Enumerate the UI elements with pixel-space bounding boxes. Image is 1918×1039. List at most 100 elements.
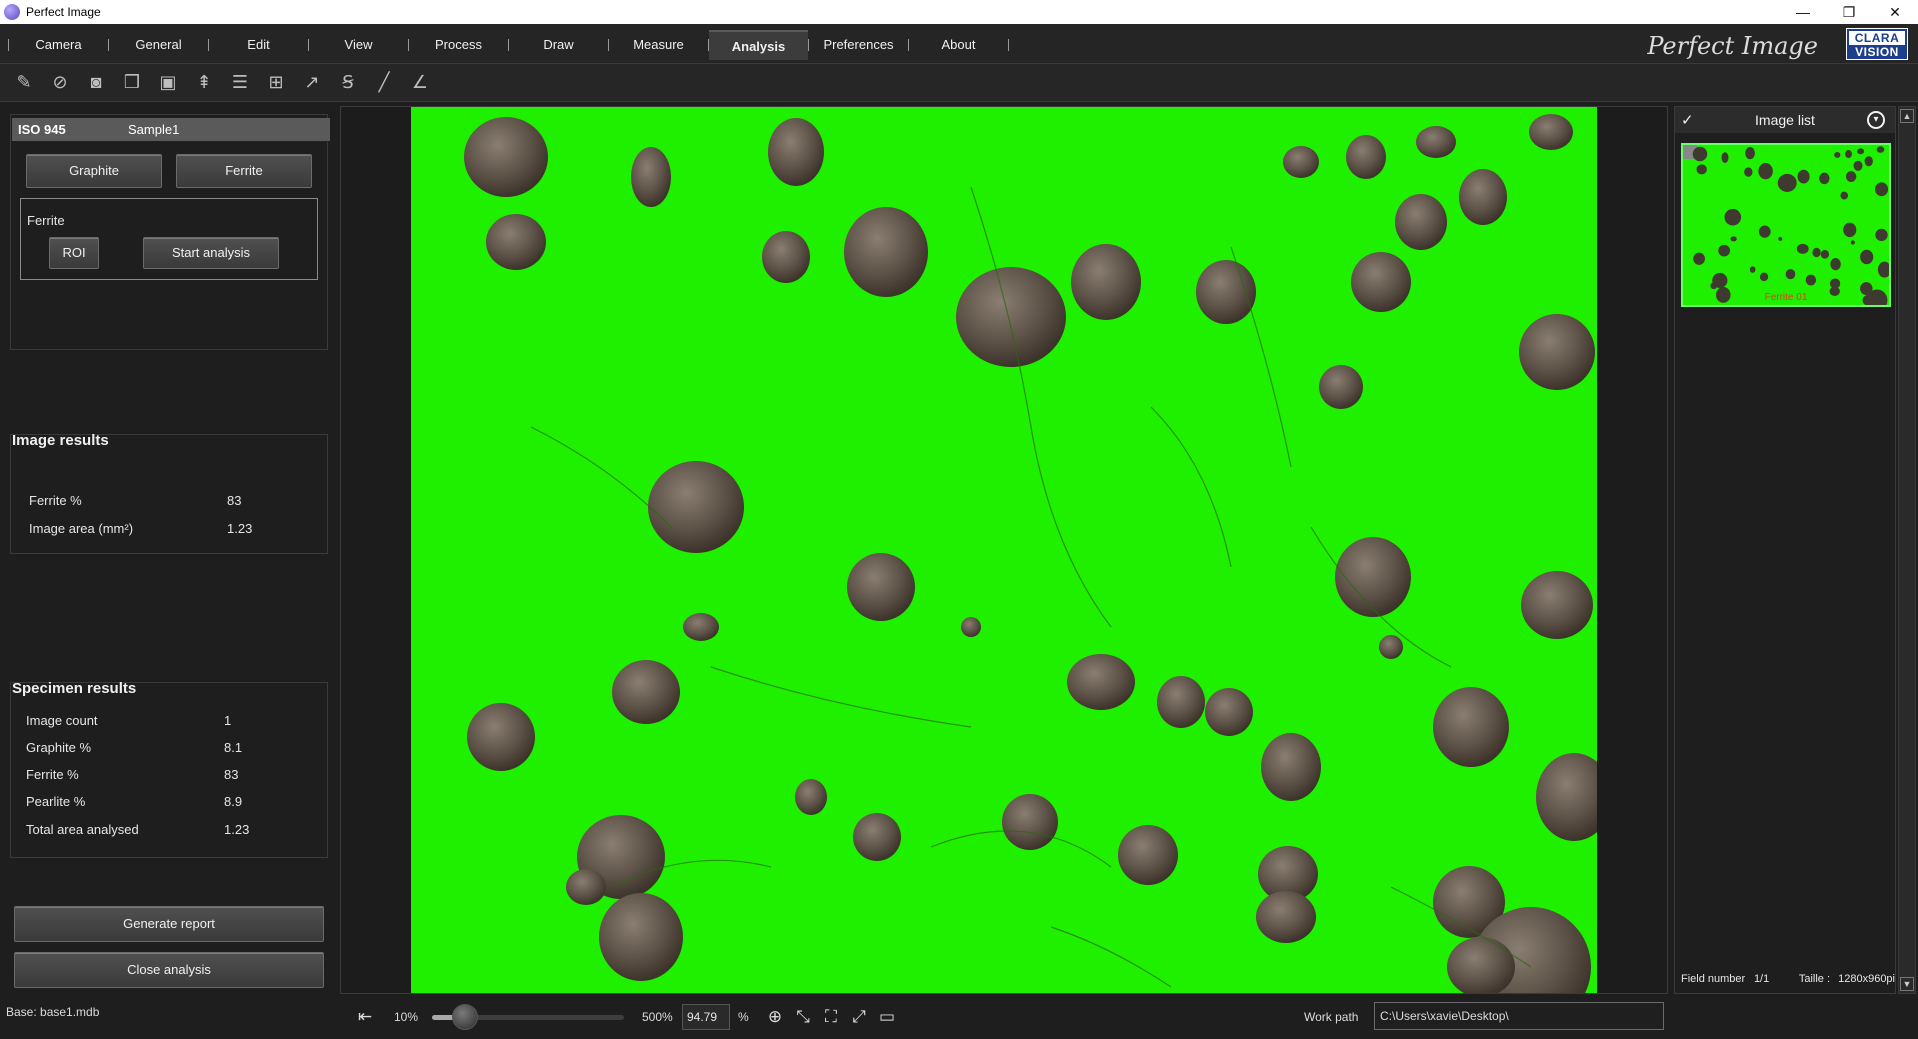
thumbnail-nodule	[1860, 249, 1874, 265]
save-icon[interactable]: ▣	[152, 68, 184, 98]
zoom-bar: ⇤ 10% 500% % ⊕ ⤡ ⛶ ⤢ ▭ Work path	[340, 996, 1668, 1036]
roi-button[interactable]: ROI	[49, 237, 99, 269]
menu-view[interactable]: View	[309, 30, 408, 60]
specimen-result-row: Total area analysed 1.23	[26, 822, 250, 837]
thumbnail-nodule	[1853, 160, 1863, 171]
edit-icon[interactable]: ✎	[8, 68, 40, 98]
camera-icon[interactable]: ◙	[80, 68, 112, 98]
zoom-slider-thumb[interactable]	[451, 1004, 478, 1030]
thumbnail-nodule	[1840, 191, 1849, 200]
zoom-in-icon[interactable]: ⊕	[764, 1006, 786, 1028]
field-info: Field number 1/1 Taille : 1280x960pi	[1681, 973, 1895, 985]
layers-up-icon[interactable]: ⇞	[188, 68, 220, 98]
graphite-nodule	[844, 207, 928, 297]
menu-measure[interactable]: Measure	[609, 30, 708, 60]
no-camera-icon[interactable]: ⊘	[44, 68, 76, 98]
app-logo-icon	[4, 4, 20, 20]
text-size-icon[interactable]: Ꞩ	[332, 68, 364, 98]
thumbnail-nodule	[1797, 169, 1810, 184]
menu-process[interactable]: Process	[409, 30, 508, 60]
zoom-unit-label: %	[738, 1010, 749, 1024]
micrograph-overlay	[464, 114, 1597, 993]
thumbnail-nodule	[1718, 244, 1731, 257]
menu-draw[interactable]: Draw	[509, 30, 608, 60]
chevron-down-icon[interactable]: ▾	[1867, 111, 1885, 129]
work-path-input[interactable]	[1374, 1002, 1664, 1030]
ferrite-button[interactable]: Ferrite	[176, 154, 312, 188]
graphite-nodule	[1261, 733, 1321, 801]
line-icon[interactable]: ╱	[368, 68, 400, 98]
image-viewer[interactable]	[340, 106, 1668, 994]
arrow-icon[interactable]: ↗	[296, 68, 328, 98]
graphite-nodule	[631, 147, 671, 207]
zoom-value-input[interactable]	[682, 1004, 730, 1030]
graphite-nodule	[1521, 571, 1593, 639]
start-analysis-button[interactable]: Start analysis	[143, 237, 279, 269]
thumbnail-nodule	[1850, 240, 1855, 245]
menu-general[interactable]: General	[109, 30, 208, 60]
grid-add-icon[interactable]: ⊞	[260, 68, 292, 98]
zoom-min-label: 10%	[394, 1010, 419, 1024]
image-result-row: Ferrite % 83	[29, 493, 242, 508]
specimen-result-row: Image count 1	[26, 713, 232, 728]
thumbnail-nodule	[1758, 225, 1771, 238]
title-bar: Perfect Image — ❐ ✕	[0, 0, 1918, 24]
graphite-nodule	[1379, 635, 1403, 659]
thumbnail-nodule	[1834, 152, 1841, 158]
thumbnail-label: Ferrite 01	[1764, 292, 1808, 303]
check-icon[interactable]: ✓	[1681, 111, 1694, 129]
graphite-nodule	[486, 214, 546, 270]
scroll-up-icon[interactable]: ▲	[1900, 109, 1914, 123]
graphite-nodule	[1196, 260, 1256, 324]
images-icon[interactable]: ❒	[116, 68, 148, 98]
thumbnail-nodule	[1812, 247, 1821, 258]
expand-icon[interactable]: ⤢	[848, 1006, 870, 1028]
menu-analysis[interactable]: Analysis	[709, 30, 808, 60]
window-title: Perfect Image	[26, 5, 101, 19]
image-list-title: Image list	[1755, 112, 1815, 128]
graphite-nodule	[1433, 687, 1509, 767]
thumbnail-nodule	[1820, 249, 1830, 259]
close-button[interactable]: ✕	[1872, 0, 1918, 24]
graphite-button[interactable]: Graphite	[26, 154, 162, 188]
thumbnail-nodule	[1745, 146, 1755, 160]
scroll-down-icon[interactable]: ▼	[1900, 977, 1914, 991]
menu-camera[interactable]: Camera	[9, 30, 108, 60]
image-list-scrollbar[interactable]: ▲ ▼	[1898, 106, 1916, 994]
restore-button[interactable]: ❐	[1826, 0, 1872, 24]
graphite-nodule	[768, 118, 824, 186]
thumbnail-nodule	[1864, 156, 1873, 167]
graphite-nodule	[1071, 244, 1141, 320]
thumbnail-preview	[1692, 146, 1889, 305]
analysed-image[interactable]	[411, 107, 1597, 993]
thumbnail-nodule	[1724, 208, 1742, 226]
image-result-row: Image area (mm²) 1.23	[29, 521, 253, 536]
work-path-label: Work path	[1304, 1010, 1359, 1024]
fit-left-icon[interactable]: ⇤	[354, 1006, 376, 1028]
graphite-nodule	[1351, 252, 1411, 312]
graphite-nodule	[961, 617, 981, 637]
graphite-nodule	[1395, 194, 1447, 250]
shrink-icon[interactable]: ⤡	[792, 1006, 814, 1028]
thumbnail-nodule	[1759, 272, 1769, 282]
brand-title: Perfect Image	[1647, 32, 1818, 60]
thumbnail-nodule	[1758, 163, 1773, 180]
menu-about[interactable]: About	[909, 30, 1008, 60]
menu-preferences[interactable]: Preferences	[809, 30, 908, 60]
close-analysis-button[interactable]: Close analysis	[14, 952, 324, 988]
graphite-nodule	[599, 893, 683, 981]
minimize-button[interactable]: —	[1780, 0, 1826, 24]
thumbnail-nodule	[1843, 222, 1857, 238]
image-thumbnail[interactable]: Ferrite 01	[1681, 143, 1891, 307]
menu-edit[interactable]: Edit	[209, 30, 308, 60]
generate-report-button[interactable]: Generate report	[14, 906, 324, 942]
thumbnail-nodule	[1749, 266, 1756, 273]
angle-icon[interactable]: ∠	[404, 68, 436, 98]
display-icon[interactable]: ▭	[876, 1006, 898, 1028]
thumbnail-nodule	[1696, 164, 1707, 175]
ferrite-group-label: Ferrite	[27, 213, 65, 228]
thumbnail-nodule	[1876, 146, 1885, 153]
fullscreen-icon[interactable]: ⛶	[820, 1006, 842, 1028]
stack-icon[interactable]: ☰	[224, 68, 256, 98]
analysis-panel: ISO 945 Sample1 Graphite Ferrite Ferrite…	[6, 114, 330, 994]
